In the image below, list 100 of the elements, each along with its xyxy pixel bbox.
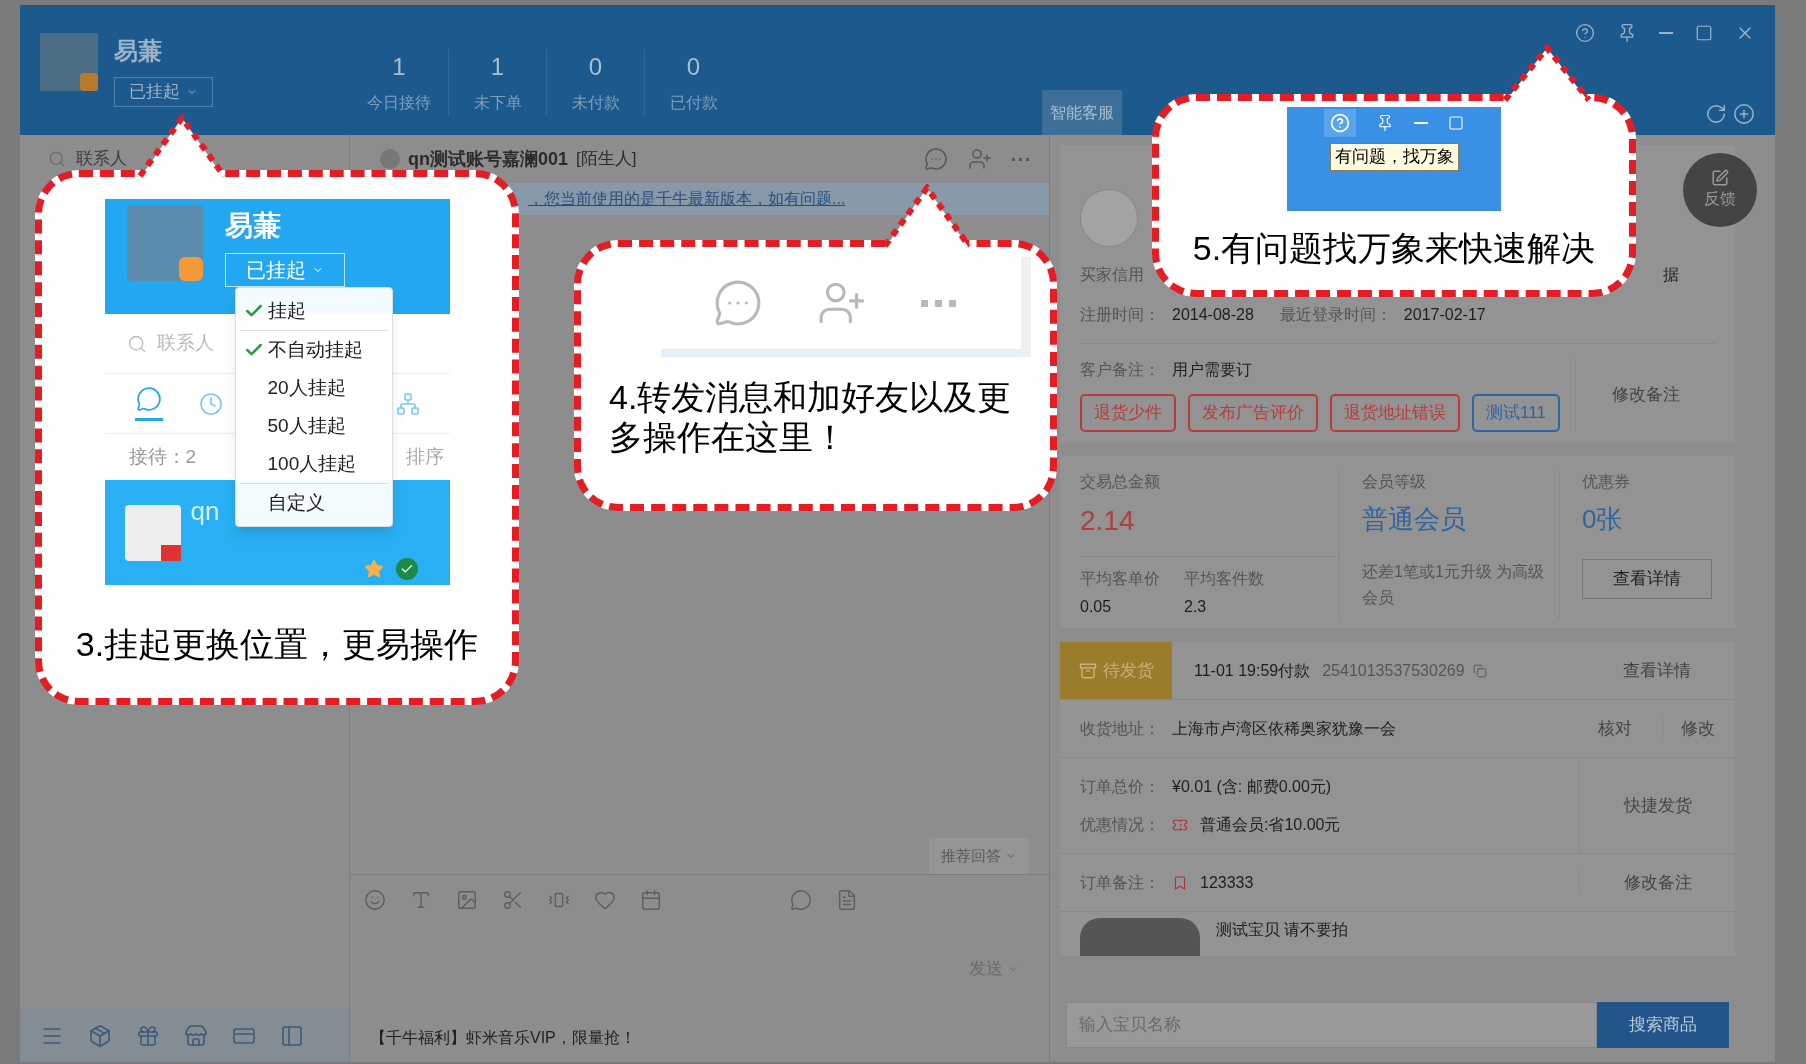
refresh-icon (1705, 103, 1727, 125)
address-text: 上海市卢湾区依稀奥家犹豫一会 (1172, 718, 1396, 739)
stat-label: 今日接待 (367, 93, 431, 113)
help-icon (1324, 109, 1356, 137)
menu-item[interactable]: 自定义 (235, 484, 392, 522)
search-placeholder: 联系人 (76, 148, 127, 171)
copy-icon (1472, 663, 1487, 678)
stat-label: 优惠券 (1582, 472, 1631, 492)
scissors-icon (502, 888, 524, 911)
menu-badge-icon (178, 257, 203, 281)
maximize-icon (1695, 24, 1713, 42)
field-value: 用户需要订 (1172, 360, 1252, 380)
pin-icon (1376, 114, 1394, 132)
credit-text: 据 (1663, 265, 1679, 285)
contact-avatar (380, 149, 400, 169)
tag[interactable]: 测试111 (1472, 394, 1560, 432)
edit-address-link[interactable]: 修改 (1662, 715, 1715, 742)
forward-message-icon (924, 147, 948, 171)
search-products-button[interactable]: 搜索商品 (1597, 1002, 1729, 1048)
tag[interactable]: 发布广告评价 (1188, 394, 1318, 432)
help-icon (1575, 23, 1595, 43)
gift-icon (136, 1024, 160, 1048)
upgrade-hint: 还差1笔或1元升级 为高级会员 (1362, 562, 1546, 608)
tag[interactable]: 退货地址错误 (1330, 394, 1460, 432)
promo-link[interactable]: 【千牛福利】虾米音乐VIP，限量抢！ (370, 1026, 636, 1050)
reception-count: 接待：2 (128, 444, 197, 469)
contact-name: qn (190, 495, 220, 528)
tab-underline (134, 418, 163, 421)
star-icon (363, 559, 384, 579)
field-label: 客户备注： (1080, 360, 1160, 380)
stat-value: 0.05 (1080, 597, 1113, 617)
callout-caption: 4.转发消息和加好友以及更多操作在这里！ (608, 377, 1013, 457)
more-icon (1012, 157, 1029, 161)
member-level: 普通会员 (1362, 503, 1467, 536)
minimize-icon (1414, 122, 1428, 124)
payment-time: 11-01 19:59付款 (1194, 660, 1311, 681)
quick-ship-link[interactable]: 快捷发货 (1623, 792, 1692, 819)
group-icon (395, 391, 420, 416)
add-icon (1733, 103, 1755, 125)
tooltip: 有问题，找万象 (1329, 143, 1459, 171)
menu-item[interactable]: 50人挂起 (235, 407, 392, 445)
box-icon (1078, 661, 1097, 680)
edit-icon (1711, 169, 1729, 187)
callout-caption: 3.挂起更换位置，更易操作 (75, 624, 479, 665)
quick-reply-icon (790, 888, 812, 911)
verify-link[interactable]: 核对 (1598, 715, 1632, 742)
field-label: 订单备注： (1080, 872, 1160, 893)
search-icon (48, 150, 66, 168)
package-icon (88, 1024, 112, 1048)
stat-value: 1 (490, 52, 505, 82)
sort-label: 排序 (405, 444, 444, 469)
stat-label: 平均客件数 (1184, 569, 1264, 589)
tag[interactable]: 退货少件 (1080, 394, 1176, 432)
product-title: 测试宝贝 请不要拍 (1216, 920, 1349, 940)
field-value: 2017-02-17 (1403, 305, 1486, 325)
edit-remark-link[interactable]: 修改备注 (1623, 869, 1692, 896)
level-badge (160, 544, 181, 561)
view-details-button[interactable]: 查看详情 (1582, 559, 1712, 599)
coupon-count: 0张 (1582, 503, 1624, 536)
stat-value: 0 (686, 52, 701, 82)
user-name: 易蒹 (224, 209, 282, 243)
field-label: 注册时间： (1080, 305, 1160, 325)
stat-label: 会员等级 (1362, 472, 1427, 492)
contact-name: qn测试账号嘉澜001 (408, 147, 569, 171)
menu-item[interactable]: 不自动挂起 (235, 331, 392, 369)
menu-item[interactable]: 100人挂起 (235, 445, 392, 483)
edit-note-link[interactable]: 修改备注 (1611, 382, 1680, 408)
field-label: 最近登录时间： (1279, 305, 1392, 325)
stat-value: 0 (588, 52, 603, 82)
field-value: 2014-08-28 (1172, 305, 1254, 325)
calendar-icon (640, 888, 662, 911)
recommend-answers-tab[interactable]: 推荐回答 (929, 838, 1029, 874)
menu-badge-icon (80, 73, 98, 91)
credit-label: 买家信用 (1080, 265, 1144, 285)
maximize-icon (1448, 115, 1464, 131)
stat-label: 已付款 (669, 93, 718, 113)
field-label: 优惠情况： (1080, 814, 1160, 835)
remark-text: 123333 (1200, 872, 1254, 893)
panel-icon (280, 1024, 304, 1048)
order-total: ¥0.01 (含: 邮费0.00元) (1172, 776, 1332, 797)
panel-tab[interactable]: 智能客服 (1042, 90, 1122, 135)
minimize-icon (1659, 32, 1673, 34)
contact-tag: [陌生人] (576, 146, 637, 172)
stat-label: 交易总金额 (1080, 472, 1161, 492)
notice-link[interactable]: ，您当前使用的是千牛最新版本，如有问题... (528, 187, 846, 211)
field-label: 订单总价： (1080, 776, 1160, 797)
search-placeholder: 联系人 (156, 331, 214, 356)
add-friend-icon (968, 147, 992, 171)
stat-label: 未付款 (571, 93, 620, 113)
store-icon (184, 1024, 208, 1048)
status-dropdown[interactable]: 已挂起 (114, 77, 213, 107)
stat-label: 未下单 (473, 93, 522, 113)
user-name: 易蒹 (114, 36, 163, 66)
field-label: 收货地址： (1080, 718, 1160, 739)
chat-tab-icon (135, 386, 162, 412)
order-details-link[interactable]: 查看详情 (1623, 657, 1691, 684)
discount-text: 普通会员:省10.00元 (1200, 814, 1341, 835)
clock-icon (198, 391, 223, 416)
stat-label: 平均客单价 (1080, 569, 1160, 589)
status-dropdown[interactable]: 已挂起 (224, 253, 345, 287)
